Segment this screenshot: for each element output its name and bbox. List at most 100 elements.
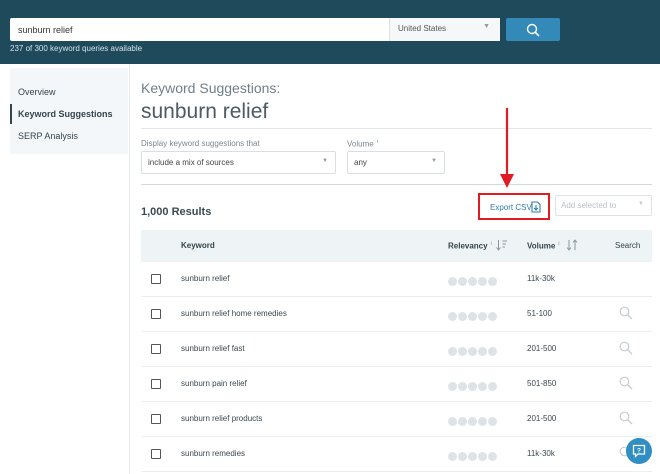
- row-checkbox[interactable]: [151, 344, 161, 354]
- sidebar-item-keyword-suggestions[interactable]: Keyword Suggestions: [10, 104, 128, 124]
- svg-text:?: ?: [637, 448, 641, 455]
- export-csv-label: Export CSV: [490, 203, 532, 212]
- source-filter-value: include a mix of sources: [148, 158, 234, 167]
- row-checkbox[interactable]: [151, 414, 161, 424]
- keyword-cell: sunburn pain relief: [181, 379, 247, 388]
- search-box: United States ▼: [10, 18, 500, 41]
- row-checkbox[interactable]: [151, 449, 161, 459]
- volume-cell: 201-500: [527, 344, 557, 353]
- sort-icon[interactable]: [566, 239, 578, 251]
- keyword-cell: sunburn relief: [181, 274, 230, 283]
- row-checkbox[interactable]: [151, 309, 161, 319]
- keyword-search-input[interactable]: [10, 18, 388, 41]
- export-csv-button[interactable]: Export CSV: [478, 193, 550, 220]
- volume-cell: 11k-30k: [527, 449, 555, 458]
- info-icon[interactable]: i: [558, 241, 559, 247]
- search-icon[interactable]: [619, 306, 633, 320]
- relevancy-dot: [478, 452, 487, 461]
- table-header: Keyword Relevancy i Volume i Search: [141, 230, 652, 262]
- table-row: sunburn relief products 201-500: [141, 402, 652, 437]
- chevron-down-icon: ▼: [431, 158, 437, 164]
- keyword-cell: sunburn relief home remedies: [181, 309, 287, 318]
- relevancy-dot: [458, 347, 467, 356]
- keyword-cell: sunburn relief fast: [181, 344, 245, 353]
- chevron-down-icon: ▼: [483, 23, 490, 30]
- chevron-down-icon: ▼: [638, 201, 644, 207]
- page-title: sunburn relief: [141, 100, 269, 123]
- divider: [141, 184, 652, 185]
- column-header-relevancy-label: Relevancy: [448, 241, 488, 251]
- relevancy-dots: [448, 308, 498, 326]
- search-icon[interactable]: [619, 411, 633, 425]
- country-select-value: United States: [398, 24, 447, 33]
- help-chat-icon: ?: [632, 444, 646, 458]
- relevancy-dot: [458, 417, 467, 426]
- volume-filter-select[interactable]: any ▼: [347, 151, 445, 174]
- column-header-keyword[interactable]: Keyword: [181, 241, 215, 250]
- sidebar-item-overview[interactable]: Overview: [10, 82, 128, 102]
- relevancy-dot: [468, 312, 477, 321]
- download-file-icon: [531, 201, 541, 213]
- relevancy-dot: [458, 452, 467, 461]
- help-chat-button[interactable]: ?: [626, 438, 652, 464]
- column-header-volume[interactable]: Volume i: [527, 241, 559, 251]
- table-row: sunburn remedies 11k-30k: [141, 437, 652, 472]
- volume-cell: 51-100: [527, 309, 552, 318]
- relevancy-dot: [448, 347, 457, 356]
- row-checkbox[interactable]: [151, 274, 161, 284]
- add-selected-select[interactable]: Add selected to ▼: [555, 195, 652, 216]
- search-button[interactable]: [506, 18, 560, 41]
- relevancy-dot: [468, 382, 477, 391]
- relevancy-dots: [448, 413, 498, 431]
- search-icon: [526, 23, 540, 37]
- relevancy-dot: [448, 277, 457, 286]
- sidebar-divider: [129, 64, 130, 474]
- column-header-search: Search: [615, 241, 641, 250]
- relevancy-dot: [458, 382, 467, 391]
- table-row: sunburn relief home remedies 51-100: [141, 297, 652, 332]
- add-selected-placeholder: Add selected to: [561, 201, 617, 210]
- results-count: 1,000 Results: [141, 206, 212, 218]
- country-select[interactable]: United States ▼: [389, 18, 500, 41]
- relevancy-dot: [478, 312, 487, 321]
- source-filter-select[interactable]: include a mix of sources ▼: [141, 151, 336, 174]
- relevancy-dot: [488, 277, 497, 286]
- sidebar: Overview Keyword Suggestions SERP Analys…: [10, 68, 128, 154]
- relevancy-dot: [478, 347, 487, 356]
- volume-filter-value: any: [354, 158, 367, 167]
- relevancy-dot: [488, 417, 497, 426]
- search-icon[interactable]: [619, 376, 633, 390]
- relevancy-dot: [478, 417, 487, 426]
- relevancy-dot: [458, 277, 467, 286]
- sort-icon[interactable]: [496, 239, 508, 251]
- relevancy-dot: [458, 312, 467, 321]
- info-icon[interactable]: i: [377, 139, 378, 145]
- relevancy-dots: [448, 448, 498, 466]
- info-icon[interactable]: i: [491, 241, 492, 247]
- relevancy-dot: [478, 382, 487, 391]
- volume-cell: 501-850: [527, 379, 557, 388]
- relevancy-dots: [448, 343, 498, 361]
- relevancy-dot: [488, 312, 497, 321]
- search-icon[interactable]: [619, 341, 633, 355]
- relevancy-dot: [468, 347, 477, 356]
- relevancy-dot: [478, 277, 487, 286]
- relevancy-dot: [468, 417, 477, 426]
- table-row: sunburn relief 11k-30k: [141, 262, 652, 297]
- keyword-cell: sunburn remedies: [181, 449, 246, 458]
- relevancy-dots: [448, 378, 498, 396]
- volume-label-text: Volume: [347, 139, 374, 149]
- column-header-relevancy[interactable]: Relevancy i: [448, 241, 492, 251]
- table-row: sunburn relief fast 201-500: [141, 332, 652, 367]
- volume-cell: 11k-30k: [527, 274, 555, 283]
- chevron-down-icon: ▼: [322, 158, 328, 164]
- row-checkbox[interactable]: [151, 379, 161, 389]
- relevancy-dot: [448, 452, 457, 461]
- keyword-cell: sunburn relief products: [181, 414, 263, 423]
- relevancy-dot: [488, 347, 497, 356]
- relevancy-dot: [488, 452, 497, 461]
- sidebar-item-serp-analysis[interactable]: SERP Analysis: [10, 126, 128, 146]
- page-subtitle: Keyword Suggestions:: [141, 80, 281, 96]
- relevancy-dots: [448, 273, 498, 291]
- relevancy-dot: [448, 312, 457, 321]
